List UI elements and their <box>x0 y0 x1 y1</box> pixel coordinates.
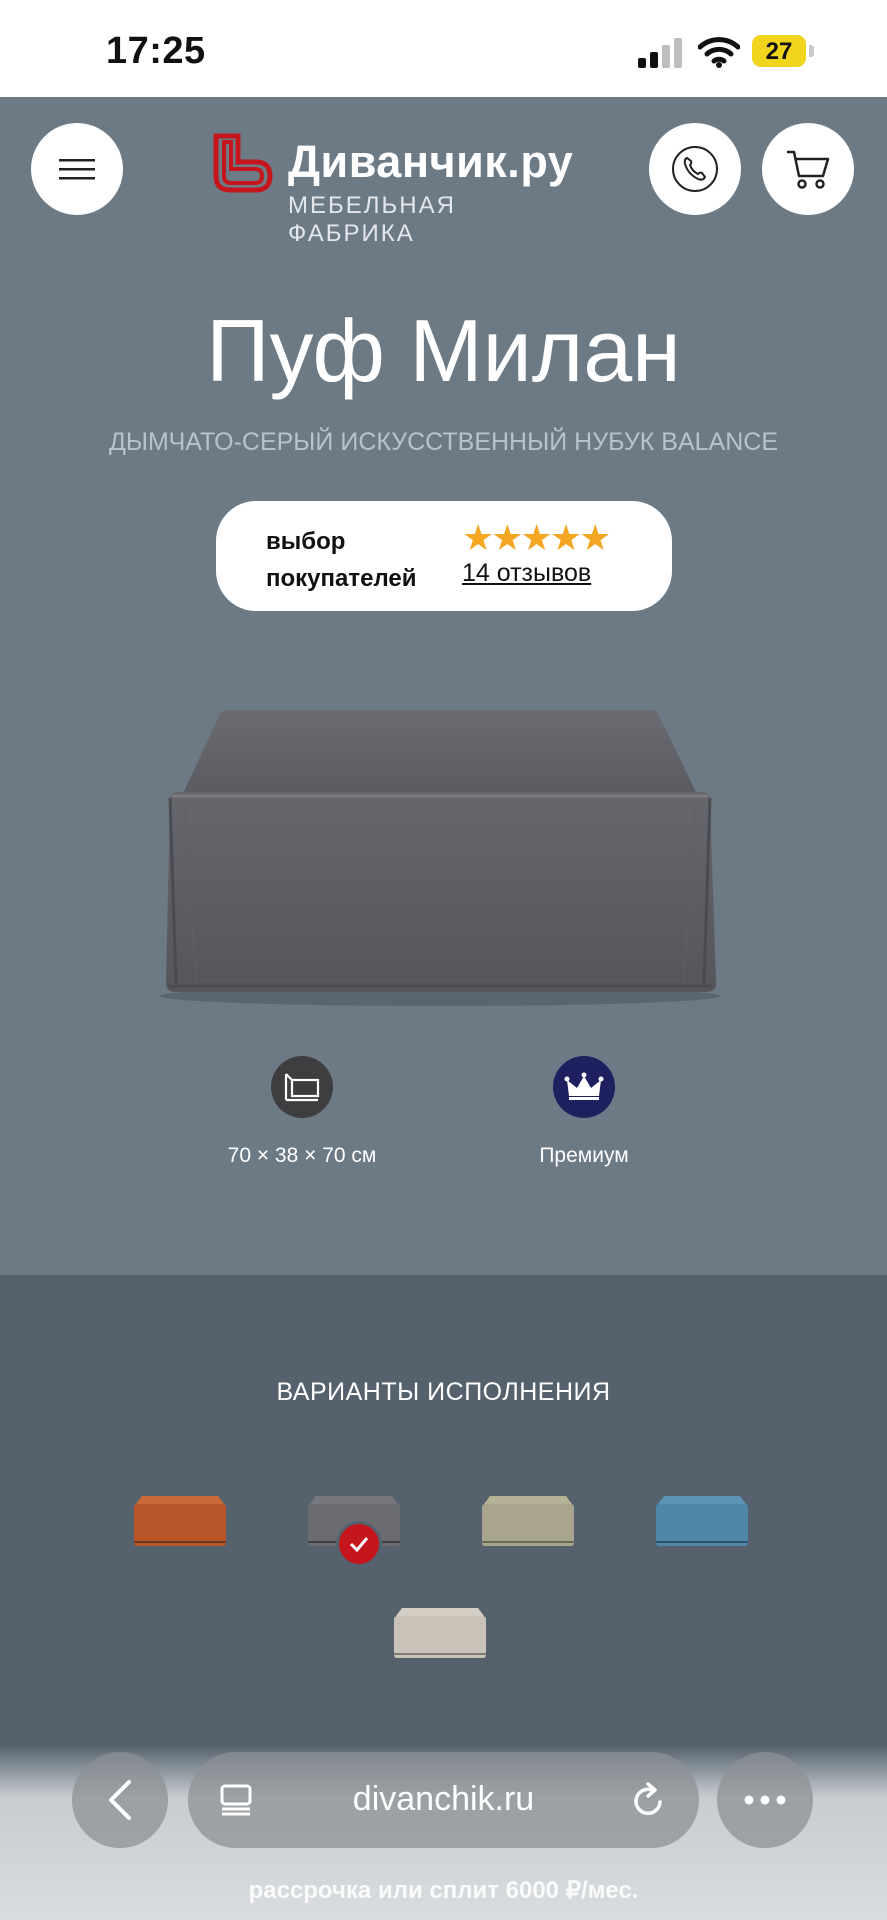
premium-label: Премиум <box>539 1144 629 1167</box>
more-options-button[interactable] <box>717 1752 813 1848</box>
battery-icon: 27 <box>752 35 814 67</box>
status-bar: 17:25 27 <box>0 0 887 97</box>
back-button[interactable] <box>72 1752 168 1848</box>
logo-name: Диванчик.ру <box>288 136 574 187</box>
variant-swatch-blue[interactable] <box>652 1490 752 1552</box>
status-time: 17:25 <box>106 30 206 72</box>
site-logo[interactable]: Диванчик.ру МЕБЕЛЬНАЯ ФАБРИКА <box>208 126 588 247</box>
cart-icon <box>787 150 830 189</box>
variant-swatch-orange[interactable] <box>130 1490 230 1552</box>
wifi-icon <box>698 37 740 68</box>
phone-icon <box>672 146 718 192</box>
heart-logo-icon <box>213 133 273 193</box>
variant-swatch-olive[interactable] <box>478 1490 578 1552</box>
logo-tagline: МЕБЕЛЬНАЯ ФАБРИКА <box>288 192 456 247</box>
cellular-signal-icon <box>638 38 682 68</box>
page-title: Пуф Милан <box>206 301 681 400</box>
reviews-link[interactable]: 14 отзывов <box>462 559 591 588</box>
selected-check-icon <box>336 1521 382 1567</box>
product-subtitle: ДЫМЧАТО-СЕРЫЙ ИСКУССТВЕННЫЙ НУБУК BALANC… <box>108 428 779 456</box>
battery-level: 27 <box>765 38 793 65</box>
url-text: divanchik.ru <box>352 1780 535 1818</box>
premium-feature: Премиум <box>464 1056 704 1168</box>
chevron-left-icon <box>109 1780 131 1820</box>
variants-title: ВАРИАНТЫ ИСПОЛНЕНИЯ <box>276 1378 611 1406</box>
variant-swatch-beige[interactable] <box>390 1602 490 1664</box>
hamburger-icon <box>59 159 95 180</box>
address-bar[interactable]: divanchik.ru <box>188 1752 699 1848</box>
cart-button[interactable] <box>762 123 854 215</box>
buyers-choice-label: выбор покупателей <box>266 528 417 592</box>
more-dots-icon <box>744 1795 786 1805</box>
menu-button[interactable] <box>31 123 123 215</box>
reload-icon[interactable] <box>630 1780 668 1820</box>
phone-button[interactable] <box>649 123 741 215</box>
dimensions-label: 70 × 38 × 70 см <box>227 1144 377 1167</box>
product-hero <box>0 97 887 1275</box>
rating-stars-icon: ★★★★★ <box>462 517 611 558</box>
dimensions-feature: 70 × 38 × 70 см <box>182 1056 422 1168</box>
product-image <box>160 710 720 1006</box>
installment-promo[interactable]: рассрочка или сплит 6000 ₽/мес. <box>0 1876 887 1905</box>
dimensions-icon <box>271 1056 333 1118</box>
rating-badge: выбор покупателей ★★★★★ 14 отзывов <box>216 501 672 611</box>
crown-icon <box>553 1056 615 1118</box>
